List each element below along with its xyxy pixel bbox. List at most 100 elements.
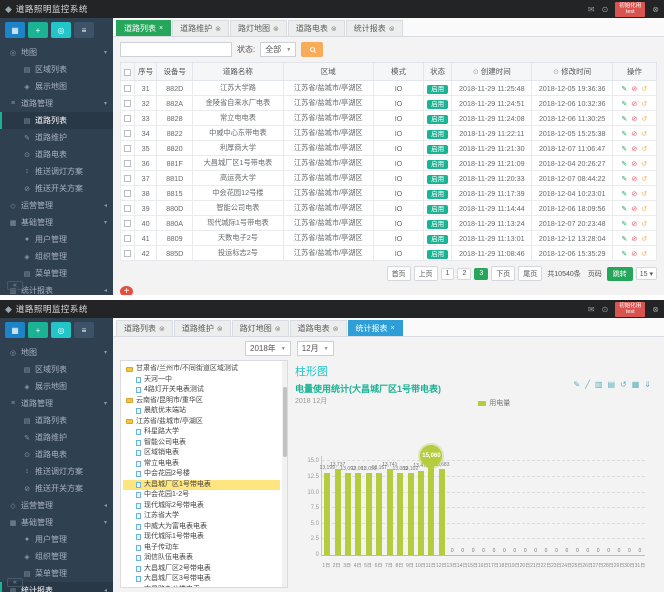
tree-leaf-item[interactable]: 智能公司电表 xyxy=(123,438,280,449)
page-number-button[interactable]: 2 xyxy=(457,268,471,280)
tab-close-icon[interactable]: × xyxy=(391,325,395,332)
bar[interactable] xyxy=(397,473,403,555)
sidebar-item-org-mgmt[interactable]: ◈组织管理 xyxy=(0,548,113,565)
mark-icon[interactable]: ✎ xyxy=(573,380,580,389)
tree-leaf-item[interactable]: 大昌城厂区1号带电表 xyxy=(123,480,280,491)
status-select[interactable]: 全部 ▼ xyxy=(260,42,296,57)
sidebar-item-base-mgmt[interactable]: ▦基础管理▾ xyxy=(0,214,113,231)
tree-leaf-item[interactable]: 南昌路办公楼电表 xyxy=(123,585,280,589)
tab-road-list[interactable]: 道路列表× xyxy=(116,20,171,36)
sidebar-item-region-list[interactable]: ▤区域列表 xyxy=(0,61,113,78)
sidebar-item-ops-mgmt[interactable]: ◇运营管理◂ xyxy=(0,197,113,214)
tab-close-icon[interactable]: ⊗ xyxy=(217,325,223,333)
add-quick-button[interactable]: + xyxy=(28,322,48,338)
reset-icon[interactable]: ↺ xyxy=(641,234,647,243)
tree-leaf-item[interactable]: 现代城际2号带电表 xyxy=(123,501,280,512)
tab-road-maintain[interactable]: 道路维护⊗ xyxy=(174,320,231,336)
goto-button[interactable]: 跳转 xyxy=(607,267,633,281)
bar[interactable] xyxy=(439,469,445,555)
user-badge[interactable]: 初始化用 test xyxy=(615,302,645,317)
grid-quick-button[interactable]: ▦ xyxy=(5,22,25,38)
sidebar-item-road-maintain[interactable]: ✎道路维护 xyxy=(0,429,113,446)
delete-icon[interactable]: ⊘ xyxy=(631,249,637,258)
tab-close-icon[interactable]: ⊗ xyxy=(389,25,395,33)
reset-icon[interactable]: ↺ xyxy=(641,189,647,198)
reset-icon[interactable]: ↺ xyxy=(641,174,647,183)
select-all-checkbox[interactable] xyxy=(124,69,131,76)
tab-close-icon[interactable]: ⊗ xyxy=(273,25,279,33)
row-checkbox[interactable] xyxy=(124,190,131,197)
alert-quick-button[interactable]: ◎ xyxy=(51,322,71,338)
data-view-icon[interactable]: ▦ xyxy=(632,380,640,389)
sidebar-item-road-maintain[interactable]: ✎道路维护 xyxy=(0,129,113,146)
search-button[interactable] xyxy=(301,42,323,57)
year-select[interactable]: 2018年 ▼ xyxy=(245,341,291,356)
reset-icon[interactable]: ↺ xyxy=(641,204,647,213)
sidebar-item-road-list[interactable]: ▤道路列表 xyxy=(0,412,113,429)
sidebar-item-road-mgmt[interactable]: ≡道路管理▾ xyxy=(0,395,113,412)
page-next-button[interactable]: 下页 xyxy=(491,266,515,281)
edit-icon[interactable]: ✎ xyxy=(621,249,627,258)
sidebar-item-map[interactable]: ◎地图▾ xyxy=(0,344,113,361)
logout-icon[interactable]: ⊗ xyxy=(652,5,659,14)
reset-icon[interactable]: ↺ xyxy=(641,144,647,153)
sidebar-item-push-dim-plan[interactable]: ↕推送调灯方案 xyxy=(0,463,113,480)
reset-icon[interactable]: ↺ xyxy=(641,129,647,138)
bar[interactable] xyxy=(418,471,424,555)
delete-icon[interactable]: ⊘ xyxy=(631,129,637,138)
tab-close-icon[interactable]: ⊗ xyxy=(333,325,339,333)
tab-lamp-map[interactable]: 路灯地图⊗ xyxy=(230,20,287,36)
bar[interactable] xyxy=(345,473,351,555)
page-last-button[interactable]: 尾页 xyxy=(518,266,542,281)
edit-icon[interactable]: ✎ xyxy=(621,129,627,138)
tab-stats-report[interactable]: 统计报表× xyxy=(348,320,403,336)
delete-icon[interactable]: ⊘ xyxy=(631,204,637,213)
edit-icon[interactable]: ✎ xyxy=(621,114,627,123)
tree-leaf-item[interactable]: 4路灯开关电表测试 xyxy=(123,385,280,396)
tree-folder-item[interactable]: 甘肃省/兰州市/不同街道区域测试 xyxy=(123,364,280,375)
row-checkbox[interactable] xyxy=(124,145,131,152)
row-checkbox[interactable] xyxy=(124,160,131,167)
delete-icon[interactable]: ⊘ xyxy=(631,174,637,183)
reset-icon[interactable]: ↺ xyxy=(641,99,647,108)
sidebar-item-push-dim-plan[interactable]: ↕推送调灯方案 xyxy=(0,163,113,180)
alert-quick-button[interactable]: ◎ xyxy=(51,22,71,38)
sidebar-collapse-button[interactable]: « xyxy=(7,578,23,587)
tree-leaf-item[interactable]: 中会花园1-2号 xyxy=(123,490,280,501)
edit-icon[interactable]: ✎ xyxy=(621,204,627,213)
bar[interactable] xyxy=(376,473,382,555)
month-select[interactable]: 12月 ▼ xyxy=(297,341,334,356)
edit-icon[interactable]: ✎ xyxy=(621,144,627,153)
bar[interactable] xyxy=(428,461,434,555)
reset-icon[interactable]: ↺ xyxy=(641,84,647,93)
tab-lamp-map[interactable]: 路灯地图⊗ xyxy=(232,320,289,336)
bar[interactable] xyxy=(335,469,341,555)
tree-scrollbar-thumb[interactable] xyxy=(283,387,287,457)
menu-quick-button[interactable]: ≡ xyxy=(74,22,94,38)
logout-icon[interactable]: ⊗ xyxy=(652,305,659,314)
tree-leaf-item[interactable]: 电子传动车 xyxy=(123,543,280,554)
add-quick-button[interactable]: + xyxy=(28,22,48,38)
tab-road-meter[interactable]: 道路电表⊗ xyxy=(290,320,347,336)
tab-road-meter[interactable]: 道路电表⊗ xyxy=(288,20,345,36)
menu-quick-button[interactable]: ≡ xyxy=(74,322,94,338)
sidebar-item-road-meter[interactable]: ⊙道路电表 xyxy=(0,146,113,163)
reset-icon[interactable]: ↺ xyxy=(641,249,647,258)
sidebar-item-show-map[interactable]: ◈展示地图 xyxy=(0,378,113,395)
sidebar-item-map[interactable]: ◎地图▾ xyxy=(0,44,113,61)
reset-icon[interactable]: ↺ xyxy=(641,159,647,168)
edit-icon[interactable]: ✎ xyxy=(621,84,627,93)
row-checkbox[interactable] xyxy=(124,100,131,107)
sidebar-item-menu-mgmt[interactable]: ▤菜单管理 xyxy=(0,265,113,282)
tree-leaf-item[interactable]: 现代城际1号带电表 xyxy=(123,532,280,543)
tree-leaf-item[interactable]: 润信队伍电表表 xyxy=(123,553,280,564)
bell-icon[interactable]: ⊙ xyxy=(602,305,609,314)
tree-leaf-item[interactable]: 科星路大学 xyxy=(123,427,280,438)
edit-icon[interactable]: ✎ xyxy=(621,99,627,108)
tree-leaf-item[interactable]: 江苏省大学 xyxy=(123,511,280,522)
edit-icon[interactable]: ✎ xyxy=(621,234,627,243)
tree-leaf-item[interactable]: 中威大为富电表电表 xyxy=(123,522,280,533)
tree-leaf-item[interactable]: 大昌城厂区3号带电表 xyxy=(123,574,280,585)
sidebar-item-push-switch-plan[interactable]: ⊘推送开关方案 xyxy=(0,480,113,497)
sidebar-item-road-meter[interactable]: ⊙道路电表 xyxy=(0,446,113,463)
